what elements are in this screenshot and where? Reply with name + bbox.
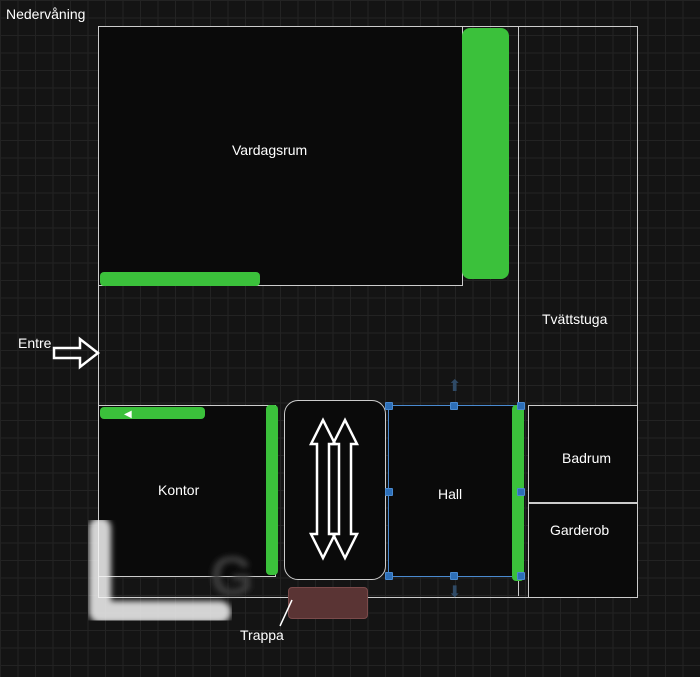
panel-kontor-right xyxy=(266,405,278,575)
page-title: Nedervåning xyxy=(6,6,85,22)
label-hall: Hall xyxy=(438,486,462,502)
room-garderob[interactable] xyxy=(528,503,638,598)
label-badrum: Badrum xyxy=(562,450,611,466)
selection-handle[interactable] xyxy=(385,572,393,580)
label-entre: Entre xyxy=(18,335,51,351)
drag-down-icon: ⬇ xyxy=(448,582,461,602)
panel-vardagsrum-right xyxy=(462,28,509,279)
label-kontor: Kontor xyxy=(158,482,199,498)
selection-handle[interactable] xyxy=(517,488,525,496)
stair-double-arrow-icon xyxy=(303,414,365,569)
selection-handle[interactable] xyxy=(450,402,458,410)
label-garderob: Garderob xyxy=(550,522,609,538)
selection-handle[interactable] xyxy=(517,572,525,580)
selection-handle[interactable] xyxy=(517,402,525,410)
selection-handle[interactable] xyxy=(385,402,393,410)
label-tvattstuga: Tvättstuga xyxy=(542,311,607,327)
selection-handle[interactable] xyxy=(385,488,393,496)
entry-arrow-icon xyxy=(52,336,100,370)
mini-left-arrow-icon: ◀ xyxy=(124,409,132,420)
selection-handle[interactable] xyxy=(450,572,458,580)
brown-box[interactable] xyxy=(288,587,368,619)
label-trappa: Trappa xyxy=(240,627,284,643)
drag-up-icon: ⬆ xyxy=(448,376,461,396)
panel-kontor-top xyxy=(100,407,205,419)
panel-vardagsrum-bottom xyxy=(100,272,260,286)
label-vardagsrum: Vardagsrum xyxy=(232,142,307,158)
trappa-leader-line xyxy=(278,598,294,628)
